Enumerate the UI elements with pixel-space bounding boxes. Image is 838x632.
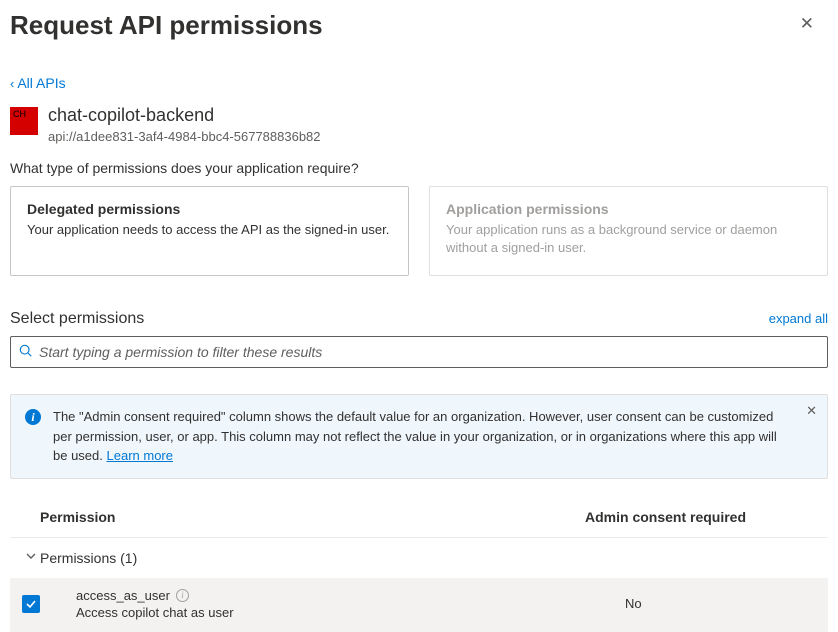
info-icon[interactable]: i xyxy=(176,589,189,602)
permission-group-label: Permissions (1) xyxy=(40,550,137,566)
permission-search-field[interactable] xyxy=(39,344,819,360)
app-icon: CH xyxy=(10,107,38,135)
card-desc: Your application needs to access the API… xyxy=(27,221,392,239)
column-header-consent: Admin consent required xyxy=(585,509,828,525)
info-banner-text: The "Admin consent required" column show… xyxy=(53,407,813,466)
permission-item-row[interactable]: access_as_user i Access copilot chat as … xyxy=(10,578,828,632)
close-icon[interactable]: ✕ xyxy=(792,10,822,38)
app-identifier: api://a1dee831-3af4-4984-bbc4-567788836b… xyxy=(48,129,321,144)
permission-name: access_as_user xyxy=(76,588,170,603)
permission-checkbox[interactable] xyxy=(22,595,40,613)
permission-description: Access copilot chat as user xyxy=(76,605,585,620)
back-link-all-apis[interactable]: ‹ All APIs xyxy=(10,75,66,91)
expand-all-link[interactable]: expand all xyxy=(769,311,828,326)
select-permissions-label: Select permissions xyxy=(10,310,144,328)
column-header-permission: Permission xyxy=(40,509,585,525)
permission-group-row[interactable]: Permissions (1) xyxy=(10,537,828,578)
card-title: Application permissions xyxy=(446,201,811,217)
chevron-down-icon xyxy=(22,550,40,565)
page-title: Request API permissions xyxy=(10,10,323,41)
application-permissions-card[interactable]: Application permissions Your application… xyxy=(429,186,828,276)
info-icon: i xyxy=(25,409,41,425)
learn-more-link[interactable]: Learn more xyxy=(107,448,173,463)
permission-type-question: What type of permissions does your appli… xyxy=(10,160,828,176)
chevron-left-icon: ‹ xyxy=(10,76,14,91)
search-icon xyxy=(19,344,33,361)
permission-consent-value: No xyxy=(585,596,642,611)
permission-search-input[interactable] xyxy=(10,336,828,368)
card-desc: Your application runs as a background se… xyxy=(446,221,811,257)
card-title: Delegated permissions xyxy=(27,201,392,217)
app-name: chat-copilot-backend xyxy=(48,105,321,126)
delegated-permissions-card[interactable]: Delegated permissions Your application n… xyxy=(10,186,409,276)
back-link-label: All APIs xyxy=(17,75,65,91)
info-banner: i The "Admin consent required" column sh… xyxy=(10,394,828,479)
dismiss-banner-icon[interactable]: ✕ xyxy=(806,403,817,419)
